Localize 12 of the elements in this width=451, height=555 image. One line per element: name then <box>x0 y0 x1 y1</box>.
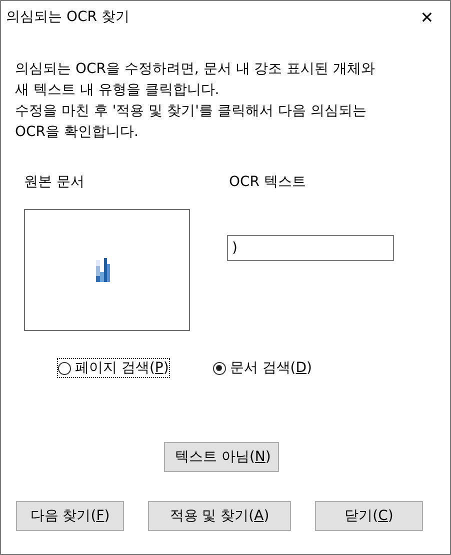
search-scope-radio[interactable]: 페이지 검색(P) <box>57 358 170 378</box>
instructions-text: 의심되는 OCR을 수정하려면, 문서 내 강조 표시된 개체와 새 텍스트 내 유형을 클릭합니다. 수정을 마친 후 '적용 및 찾기'를 클릭해서 다음 의심되는 OCR을 확인합니다. <box>15 60 376 142</box>
ocr-text-label: OCR 텍스트 <box>228 173 307 192</box>
window-title: 의심되는 OCR 찾기 <box>5 8 130 26</box>
not-text-button[interactable]: 텍스트 아님(N) <box>164 442 279 472</box>
dialog-button[interactable]: 닫기(C) <box>315 501 423 531</box>
ocr-text-field[interactable]: ) <box>227 235 394 261</box>
search-scope-radio[interactable]: 문서 검색(D) <box>212 358 314 378</box>
dialog-button[interactable]: 다음 찾기(F) <box>16 501 124 531</box>
dialog-button[interactable]: 적용 및 찾기(A) <box>148 501 291 531</box>
source-label: 원본 문서 <box>24 173 86 192</box>
close-button[interactable]: ✕ <box>404 1 450 33</box>
